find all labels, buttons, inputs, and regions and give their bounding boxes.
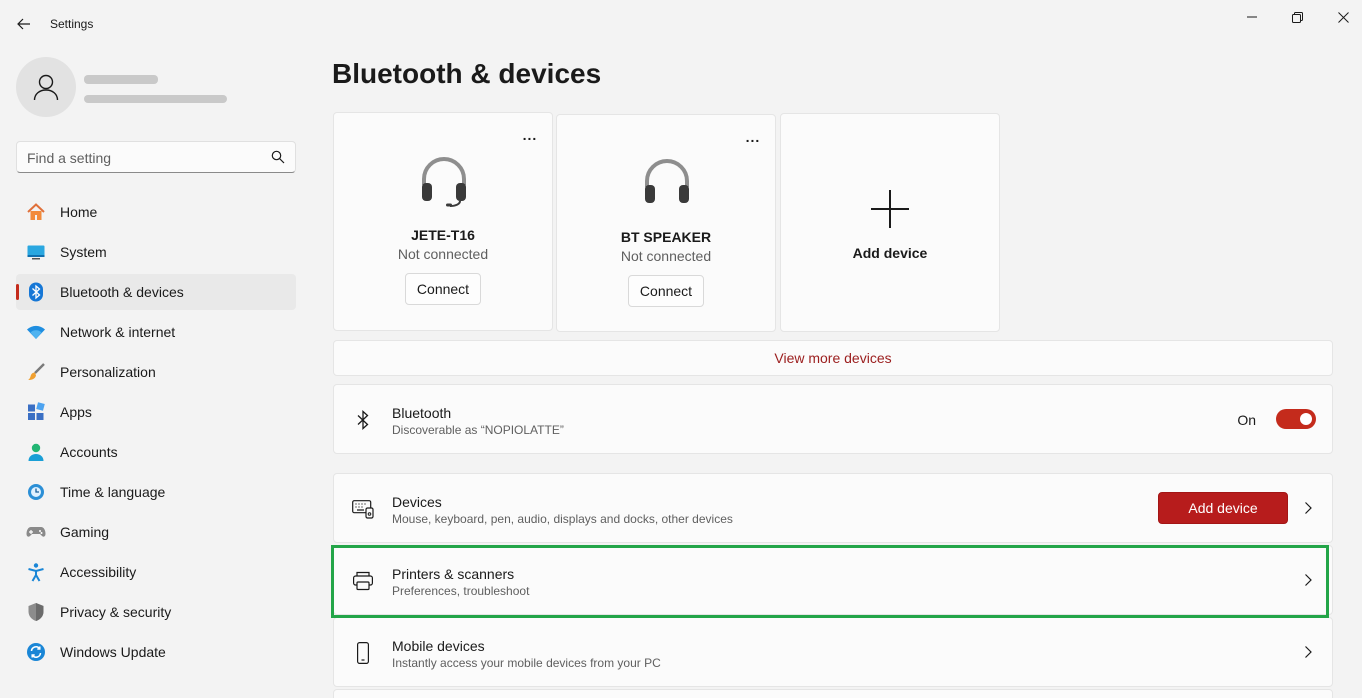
back-button[interactable]: [12, 12, 36, 36]
sidebar-item-label: Privacy & security: [60, 604, 172, 620]
bluetooth-icon: [26, 282, 46, 302]
printer-icon: [352, 570, 374, 592]
headphones-icon: [645, 159, 689, 203]
more-options-button[interactable]: ...: [743, 127, 763, 147]
more-options-button[interactable]: ...: [520, 125, 540, 145]
device-name: BT SPEAKER: [620, 229, 712, 245]
apps-icon: [26, 402, 46, 422]
title-bar: Settings: [0, 0, 1362, 46]
home-icon: [26, 202, 46, 222]
sidebar-item-label: Accounts: [60, 444, 118, 460]
device-name: JETE-T16: [411, 227, 475, 243]
plus-icon: [871, 190, 909, 228]
redacted-user-email: [84, 95, 227, 103]
sidebar-item-windows-update[interactable]: Windows Update: [16, 634, 296, 670]
accounts-icon: [26, 442, 46, 462]
back-arrow-icon: [17, 18, 30, 30]
sidebar-item-system[interactable]: System: [16, 234, 296, 270]
printers-title: Printers & scanners: [392, 566, 515, 582]
chevron-right-icon: [1305, 574, 1312, 586]
bluetooth-symbol-icon: [352, 409, 374, 431]
connect-button[interactable]: Connect: [628, 275, 704, 307]
toggle-state-label: On: [1237, 412, 1256, 428]
avatar: [16, 57, 76, 117]
accessibility-icon: [26, 562, 46, 582]
phone-icon: [352, 642, 374, 664]
close-button[interactable]: [1320, 6, 1362, 28]
sidebar-item-label: Time & language: [60, 484, 166, 500]
sidebar-item-personalization[interactable]: Personalization: [16, 354, 296, 390]
search-box[interactable]: [16, 141, 296, 173]
sidebar-item-label: Network & internet: [60, 324, 176, 340]
add-device-card[interactable]: Add device: [780, 113, 1000, 332]
bluetooth-row: Bluetooth Discoverable as “NOPIOLATTE” O…: [333, 384, 1333, 454]
devices-title: Devices: [392, 494, 442, 510]
device-card: ... JETE-T16 Not connected Connect: [333, 112, 553, 331]
app-title: Settings: [50, 17, 94, 31]
mobile-devices-title: Mobile devices: [392, 638, 485, 654]
devices-subtitle: Mouse, keyboard, pen, audio, displays an…: [392, 512, 733, 526]
sidebar-item-label: Windows Update: [60, 644, 166, 660]
headset-icon: [422, 157, 466, 207]
chevron-right-icon: [1305, 646, 1312, 658]
sidebar-item-label: Gaming: [60, 524, 110, 540]
redacted-user-name: [84, 75, 158, 84]
sidebar-item-gaming[interactable]: Gaming: [16, 514, 296, 550]
connect-button[interactable]: Connect: [405, 273, 481, 305]
device-status: Not connected: [397, 246, 489, 262]
page-title: Bluetooth & devices: [332, 58, 602, 89]
search-icon[interactable]: [271, 150, 285, 164]
sidebar-item-label: Personalization: [60, 364, 156, 380]
device-card: ... BT SPEAKER Not connected Connect: [556, 114, 776, 332]
add-device-label: Add device: [852, 245, 928, 261]
sidebar-item-bluetooth-devices[interactable]: Bluetooth & devices: [16, 274, 296, 310]
mobile-devices-subtitle: Instantly access your mobile devices fro…: [392, 656, 661, 670]
system-icon: [26, 242, 46, 262]
printers-subtitle: Preferences, troubleshoot: [392, 584, 530, 598]
bluetooth-discoverable-text: Discoverable as “NOPIOLATTE”: [392, 423, 564, 437]
sidebar-item-apps[interactable]: Apps: [16, 394, 296, 430]
user-profile[interactable]: [16, 57, 306, 117]
restore-icon: [1291, 11, 1303, 23]
bluetooth-toggle[interactable]: [1276, 409, 1316, 429]
brush-icon: [26, 362, 46, 382]
add-device-button[interactable]: Add device: [1158, 492, 1288, 524]
sidebar-nav: Home System Bluetooth & devices Network …: [16, 194, 296, 674]
sidebar-item-label: Home: [60, 204, 98, 220]
globe-clock-icon: [26, 482, 46, 502]
restore-button[interactable]: [1274, 6, 1320, 28]
sidebar-item-label: System: [60, 244, 107, 260]
minimize-icon: [1247, 16, 1257, 18]
shield-icon: [26, 602, 46, 622]
wifi-icon: [26, 322, 46, 342]
person-icon: [33, 74, 59, 101]
gamepad-icon: [26, 522, 46, 542]
sidebar-item-network[interactable]: Network & internet: [16, 314, 296, 350]
bluetooth-title: Bluetooth: [392, 405, 452, 421]
devices-row[interactable]: Devices Mouse, keyboard, pen, audio, dis…: [333, 473, 1333, 543]
sidebar-item-label: Bluetooth & devices: [60, 284, 184, 300]
sidebar-item-time-language[interactable]: Time & language: [16, 474, 296, 510]
search-input[interactable]: [27, 148, 267, 168]
close-icon: [1337, 11, 1349, 23]
update-icon: [26, 642, 46, 662]
view-more-devices-link[interactable]: View more devices: [333, 340, 1333, 376]
sidebar-item-label: Accessibility: [60, 564, 137, 580]
next-settings-row[interactable]: [333, 689, 1333, 698]
sidebar-item-accounts[interactable]: Accounts: [16, 434, 296, 470]
chevron-right-icon: [1305, 502, 1312, 514]
sidebar-item-label: Apps: [60, 404, 92, 420]
sidebar-item-accessibility[interactable]: Accessibility: [16, 554, 296, 590]
printers-scanners-row[interactable]: Printers & scanners Preferences, trouble…: [333, 545, 1333, 615]
minimize-button[interactable]: [1229, 6, 1275, 28]
sidebar-item-home[interactable]: Home: [16, 194, 296, 230]
device-status: Not connected: [620, 248, 712, 264]
settings-window: Settings Home: [0, 0, 1362, 698]
mobile-devices-row[interactable]: Mobile devices Instantly access your mob…: [333, 617, 1333, 687]
keyboard-device-icon: [352, 498, 374, 520]
sidebar-item-privacy-security[interactable]: Privacy & security: [16, 594, 296, 630]
